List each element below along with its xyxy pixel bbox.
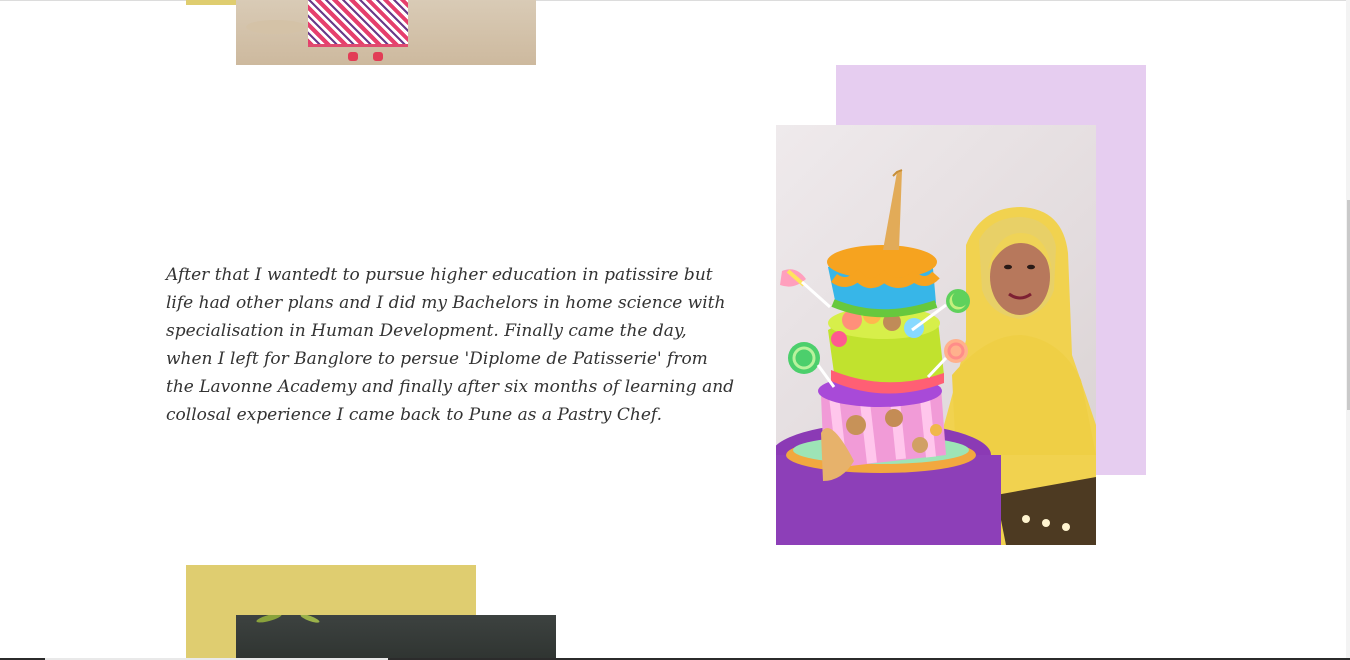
decorative-yellow-block-top	[186, 0, 236, 5]
leaf-accent	[299, 615, 321, 625]
beach-photo	[236, 0, 536, 65]
leaf-accent	[255, 615, 283, 625]
left-shoe	[348, 52, 358, 61]
chef-with-cake-photo	[776, 125, 1096, 545]
patterned-dress	[308, 0, 408, 47]
page: After that I wantedt to pursue higher ed…	[0, 0, 1350, 660]
chef-cake-illustration	[776, 169, 1096, 545]
right-shoe	[373, 52, 383, 61]
story-paragraph: After that I wantedt to pursue higher ed…	[166, 265, 735, 425]
next-section-photo	[236, 615, 556, 660]
sand-texture	[246, 20, 306, 34]
